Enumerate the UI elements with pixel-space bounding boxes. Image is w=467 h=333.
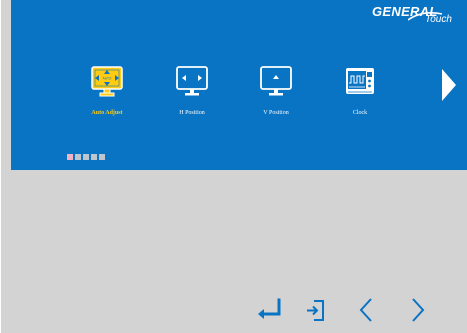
menu-item-label: V Position <box>263 110 289 116</box>
menu-item-label: Auto Adjust <box>91 110 123 116</box>
v-position-icon <box>260 66 292 96</box>
enter-button[interactable] <box>255 296 283 324</box>
right-button[interactable] <box>403 296 431 324</box>
osd-controls <box>1 296 467 324</box>
page-dot-2 <box>75 154 81 160</box>
menu-panel: GENERAL Touch AUTO Auto Adjust H Positio… <box>11 0 467 170</box>
chevron-right-icon <box>412 298 425 322</box>
clock-icon <box>346 68 374 94</box>
osd-menu: GENERAL Touch AUTO Auto Adjust H Positio… <box>0 0 467 333</box>
menu-item-clock[interactable]: Clock <box>328 66 392 120</box>
next-page-arrow-icon[interactable] <box>441 68 457 102</box>
exit-icon <box>307 300 324 321</box>
exit-button[interactable] <box>301 296 329 324</box>
page-dot-3 <box>83 154 89 160</box>
menu-item-h-position[interactable]: H Position <box>160 66 224 120</box>
page-dot-5 <box>99 154 105 160</box>
h-position-icon <box>176 66 208 96</box>
page-dot-4 <box>91 154 97 160</box>
menu-item-auto-adjust[interactable]: AUTO Auto Adjust <box>75 66 139 120</box>
menu-item-label: Clock <box>352 110 368 116</box>
enter-icon <box>258 298 281 319</box>
auto-adjust-icon-label: AUTO <box>103 77 112 81</box>
left-button[interactable] <box>353 296 381 324</box>
page-dot-1 <box>67 154 73 160</box>
chevron-left-icon <box>359 298 372 322</box>
menu-item-label: H Position <box>179 110 205 116</box>
auto-adjust-icon: AUTO <box>91 66 123 97</box>
menu-item-v-position[interactable]: V Position <box>244 66 308 120</box>
